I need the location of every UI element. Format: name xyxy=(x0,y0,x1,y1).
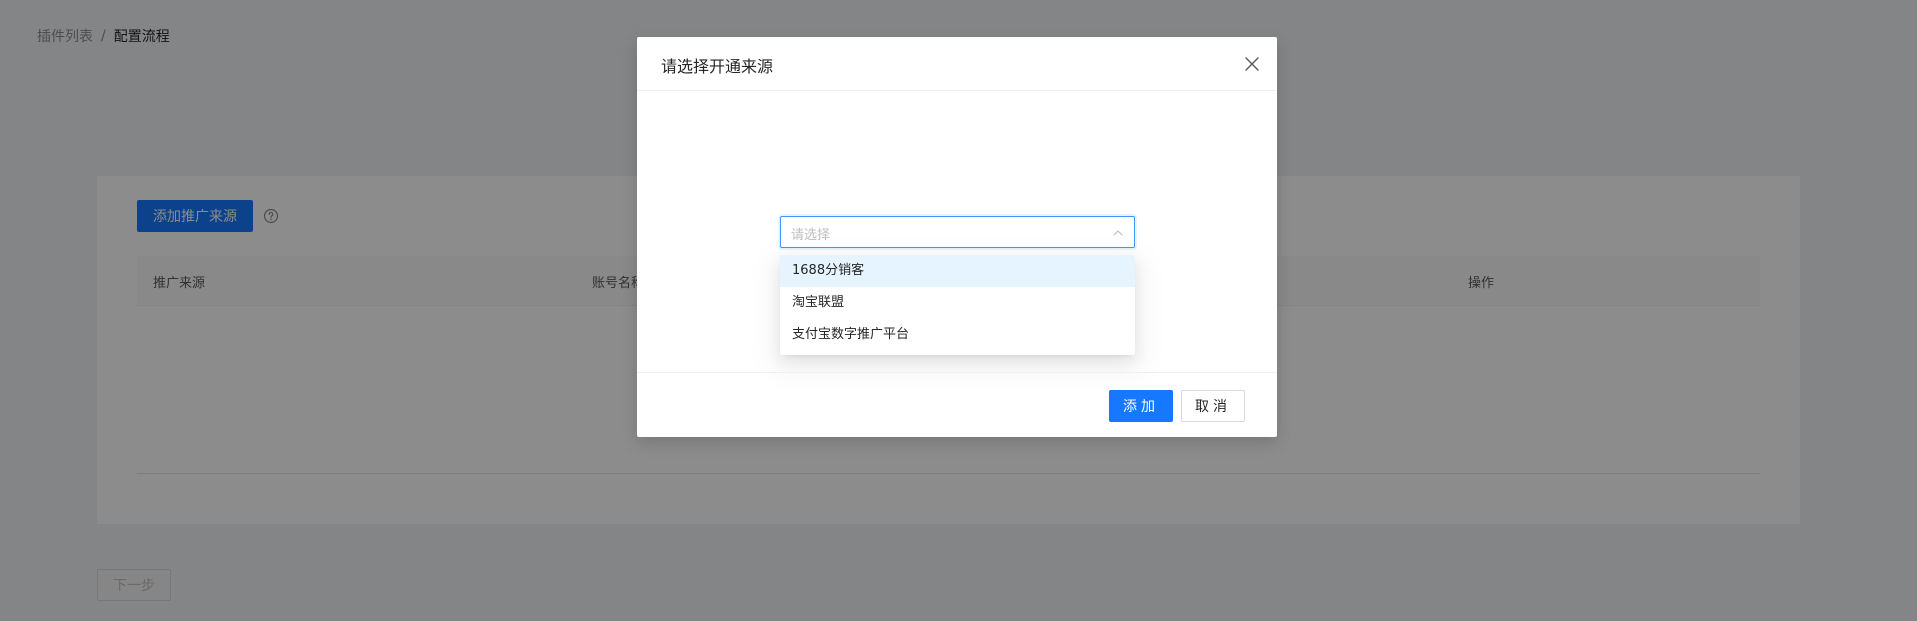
option-alipay-platform[interactable]: 支付宝数字推广平台 xyxy=(780,319,1135,351)
select-dropdown: 1688分销客 淘宝联盟 支付宝数字推广平台 xyxy=(780,255,1135,355)
cancel-button[interactable]: 取消 xyxy=(1181,390,1245,422)
add-button[interactable]: 添加 xyxy=(1109,390,1173,422)
option-taobao-union[interactable]: 淘宝联盟 xyxy=(780,287,1135,319)
select-placeholder: 请选择 xyxy=(791,228,831,243)
option-1688[interactable]: 1688分销客 xyxy=(780,255,1135,287)
close-icon[interactable] xyxy=(1243,55,1261,73)
modal-title: 请选择开通来源 xyxy=(661,57,774,76)
modal-footer: 添加 取消 xyxy=(637,372,1277,437)
modal-header: 请选择开通来源 xyxy=(637,37,1277,91)
chevron-up-icon xyxy=(1113,230,1123,236)
source-select[interactable]: 请选择 xyxy=(780,216,1135,248)
select-source-modal: 请选择开通来源 请选择 1688分销客 淘宝联盟 支付宝数字推广平台 添加 取消 xyxy=(637,37,1277,437)
